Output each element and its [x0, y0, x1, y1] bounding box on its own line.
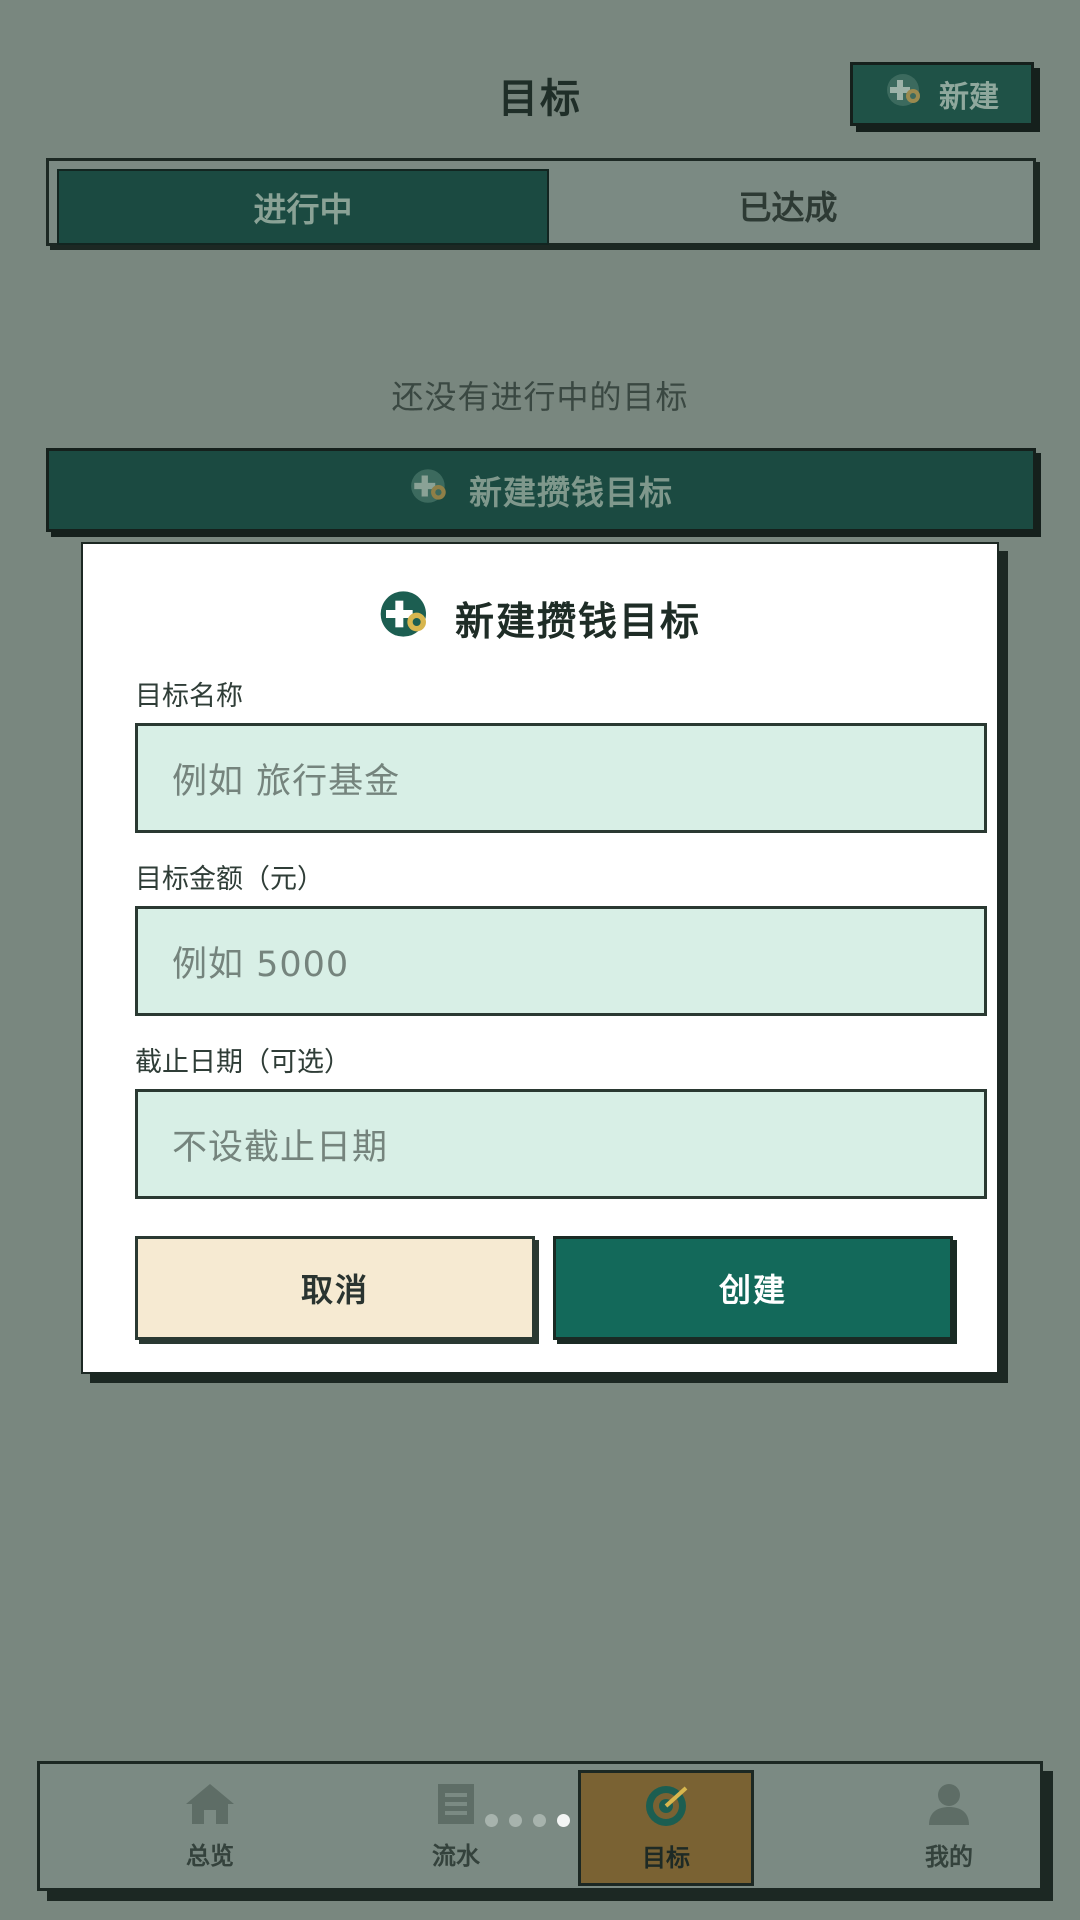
deadline-picker[interactable]: 不设截止日期: [135, 1089, 987, 1199]
dialog-title: 新建攒钱目标: [454, 600, 701, 645]
nav-label-goals: 目标: [642, 1843, 690, 1872]
user-icon: [926, 1781, 972, 1833]
page-dot: [485, 1814, 498, 1827]
add-goal-icon: [379, 590, 433, 648]
tab-achieved[interactable]: 已达成: [545, 169, 1031, 241]
nav-item-goals[interactable]: 目标: [578, 1770, 754, 1886]
create-goal-button[interactable]: 新建攒钱目标: [46, 448, 1036, 532]
create-goal-label: 新建攒钱目标: [469, 473, 673, 512]
ledger-icon: [436, 1782, 476, 1832]
status-tabs: 进行中 已达成: [46, 158, 1036, 246]
target-icon: [640, 1784, 692, 1834]
add-goal-icon: [409, 467, 451, 513]
deadline-label: 截止日期（可选）: [135, 1047, 351, 1078]
new-button-label: 新建: [939, 80, 999, 115]
nav-item-me[interactable]: 我的: [864, 1764, 1034, 1888]
cancel-button[interactable]: 取消: [135, 1236, 535, 1340]
home-icon: [184, 1782, 236, 1832]
nav-label-me: 我的: [925, 1842, 973, 1871]
page-dot: [533, 1814, 546, 1827]
nav-item-overview[interactable]: 总览: [125, 1764, 295, 1888]
goal-amount-label: 目标金额（元）: [135, 864, 324, 895]
goal-name-label: 目标名称: [135, 681, 243, 712]
goal-amount-input[interactable]: 例如 5000: [135, 906, 987, 1016]
page-dot-current: [557, 1814, 570, 1827]
new-goal-button[interactable]: 新建: [850, 62, 1034, 126]
dialog-header: 新建攒钱目标: [83, 590, 997, 648]
nav-label-transactions: 流水: [432, 1841, 480, 1870]
empty-state-message: 还没有进行中的目标: [391, 378, 689, 416]
tab-in-progress[interactable]: 进行中: [57, 169, 549, 245]
new-goal-dialog: 新建攒钱目标 目标名称 例如 旅行基金 目标金额（元） 例如 5000 截止日期…: [81, 542, 999, 1374]
nav-label-overview: 总览: [186, 1841, 234, 1870]
add-goal-icon: [885, 72, 925, 116]
goal-name-input[interactable]: 例如 旅行基金: [135, 723, 987, 833]
page-dot: [509, 1814, 522, 1827]
bottom-nav: 总览 流水 目标 我的: [37, 1761, 1043, 1891]
create-button[interactable]: 创建: [553, 1236, 953, 1340]
